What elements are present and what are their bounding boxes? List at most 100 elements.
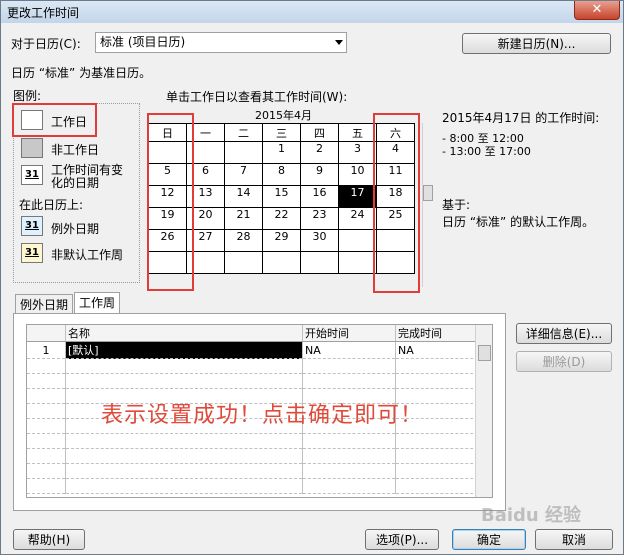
- calendar-day-empty[interactable]: [224, 141, 263, 164]
- row-number-cell[interactable]: 1: [27, 341, 66, 359]
- help-button[interactable]: 帮助(H): [13, 529, 85, 550]
- calendar-select[interactable]: 标准 (项目日历): [95, 32, 347, 53]
- calendar-day-7[interactable]: 7: [224, 163, 263, 186]
- calendar-day-1[interactable]: 1: [262, 141, 301, 164]
- calendar-day-29[interactable]: 29: [262, 229, 301, 252]
- row-name-cell[interactable]: [默认]: [65, 341, 303, 359]
- col-start[interactable]: 开始时间: [302, 325, 396, 342]
- table-cell-empty[interactable]: [65, 433, 303, 449]
- calendar-day-10[interactable]: 10: [338, 163, 377, 186]
- calendar-day-9[interactable]: 9: [300, 163, 339, 186]
- table-cell-empty[interactable]: [27, 478, 66, 494]
- legend-nondefault-week: 非默认工作周: [51, 248, 124, 262]
- table-scrollbar[interactable]: [475, 325, 492, 497]
- tab-exceptions[interactable]: 例外日期: [15, 294, 74, 315]
- legend-on-this-calendar: 在此日历上:: [19, 198, 84, 212]
- table-cell-empty[interactable]: [65, 478, 303, 494]
- calendar-day-empty[interactable]: [338, 229, 377, 252]
- calendar-day-8[interactable]: 8: [262, 163, 301, 186]
- nondefault-week-swatch: 31: [21, 243, 43, 263]
- table-cell-empty[interactable]: [27, 463, 66, 479]
- calendar-scrollbar[interactable]: [422, 123, 433, 287]
- legend-nonworking-day: 非工作日: [51, 143, 100, 157]
- table-scroll-thumb[interactable]: [478, 345, 491, 361]
- weekday-thu: 四: [300, 123, 339, 142]
- calendar-day-30[interactable]: 30: [300, 229, 339, 252]
- table-cell-empty[interactable]: [27, 433, 66, 449]
- close-button[interactable]: ✕: [574, 1, 620, 20]
- table-cell-empty[interactable]: [302, 448, 396, 464]
- table-row-empty[interactable]: [27, 433, 489, 449]
- table-row-empty[interactable]: [27, 358, 489, 374]
- based-on-label: 基于:: [442, 198, 471, 212]
- calendar-scroll-thumb[interactable]: [423, 185, 433, 201]
- work-time-range-2: - 13:00 至 17:00: [442, 145, 531, 158]
- table-row-empty[interactable]: [27, 463, 489, 479]
- table-cell-empty[interactable]: [302, 358, 396, 374]
- calendar-day-16[interactable]: 16: [300, 185, 339, 208]
- table-row[interactable]: 1 [默认] NA NA: [27, 341, 489, 359]
- calendar-day-14[interactable]: 14: [224, 185, 263, 208]
- cancel-button[interactable]: 取消: [535, 529, 613, 550]
- table-cell-empty[interactable]: [27, 388, 66, 404]
- tab-work-weeks[interactable]: 工作周: [74, 292, 121, 314]
- calendar-day-3[interactable]: 3: [338, 141, 377, 164]
- table-cell-empty[interactable]: [302, 478, 396, 494]
- title-bar: 更改工作时间 ✕: [1, 1, 623, 23]
- watermark-logo: Baidu 经验: [481, 505, 582, 526]
- table-cell-empty[interactable]: [65, 448, 303, 464]
- calendar-for-label: 对于日历(C):: [11, 37, 81, 51]
- table-cell-empty[interactable]: [27, 418, 66, 434]
- details-button[interactable]: 详细信息(E)...: [516, 323, 612, 344]
- calendar-day-24[interactable]: 24: [338, 207, 377, 230]
- table-cell-empty[interactable]: [302, 433, 396, 449]
- highlight-saturday-column: [373, 113, 420, 293]
- calendar-day-empty[interactable]: [224, 251, 263, 274]
- based-on-detail: 日历 “标准” 的默认工作周。: [442, 215, 595, 229]
- calendar-day-17[interactable]: 17: [338, 185, 377, 208]
- highlight-sunday-column: [147, 113, 194, 291]
- calendar-day-22[interactable]: 22: [262, 207, 301, 230]
- calendar-day-2[interactable]: 2: [300, 141, 339, 164]
- work-time-heading: 2015年4月17日 的工作时间:: [442, 111, 600, 125]
- col-name[interactable]: 名称: [65, 325, 303, 342]
- calendar-day-empty[interactable]: [300, 251, 339, 274]
- new-calendar-button[interactable]: 新建日历(N)...: [462, 33, 611, 54]
- calendar-day-28[interactable]: 28: [224, 229, 263, 252]
- table-row-empty[interactable]: [27, 478, 489, 494]
- calendar-select-value: 标准 (项目日历): [100, 35, 186, 49]
- calendar-instruction: 单击工作日以查看其工作时间(W):: [166, 90, 348, 104]
- dialog-window: 更改工作时间 ✕ 对于日历(C): 标准 (项目日历) 新建日历(N)... 日…: [0, 0, 624, 555]
- table-cell-empty[interactable]: [302, 463, 396, 479]
- table-cell-empty[interactable]: [27, 358, 66, 374]
- table-cell-empty[interactable]: [27, 403, 66, 419]
- calendar-day-23[interactable]: 23: [300, 207, 339, 230]
- nonworking-day-swatch: [21, 138, 43, 158]
- chevron-down-icon: [335, 40, 343, 45]
- weekday-tue: 二: [224, 123, 263, 142]
- col-row-number: [27, 325, 66, 342]
- calendar-day-21[interactable]: 21: [224, 207, 263, 230]
- table-cell-empty[interactable]: [65, 358, 303, 374]
- base-calendar-note: 日历 “标准” 为基准日历。: [11, 66, 152, 80]
- calendar-month: 2015年4月: [255, 109, 312, 122]
- delete-button[interactable]: 删除(D): [516, 351, 612, 372]
- weekday-fri: 五: [338, 123, 377, 142]
- calendar-day-15[interactable]: 15: [262, 185, 301, 208]
- table-cell-empty[interactable]: [27, 373, 66, 389]
- table-cell-empty[interactable]: [27, 448, 66, 464]
- table-cell-empty[interactable]: [302, 373, 396, 389]
- options-button[interactable]: 选项(P)...: [365, 529, 439, 550]
- table-cell-empty[interactable]: [65, 373, 303, 389]
- row-start-cell[interactable]: NA: [302, 341, 396, 359]
- window-title: 更改工作时间: [7, 6, 80, 20]
- table-row-empty[interactable]: [27, 373, 489, 389]
- legend-title: 图例:: [13, 89, 42, 103]
- calendar-day-empty[interactable]: [338, 251, 377, 274]
- table-row-empty[interactable]: [27, 448, 489, 464]
- table-cell-empty[interactable]: [65, 463, 303, 479]
- ok-button[interactable]: 确定: [452, 529, 526, 550]
- calendar-day-empty[interactable]: [262, 251, 301, 274]
- weekday-wed: 三: [262, 123, 301, 142]
- legend-changed-hours: 工作时间有变化的日期: [51, 163, 124, 190]
